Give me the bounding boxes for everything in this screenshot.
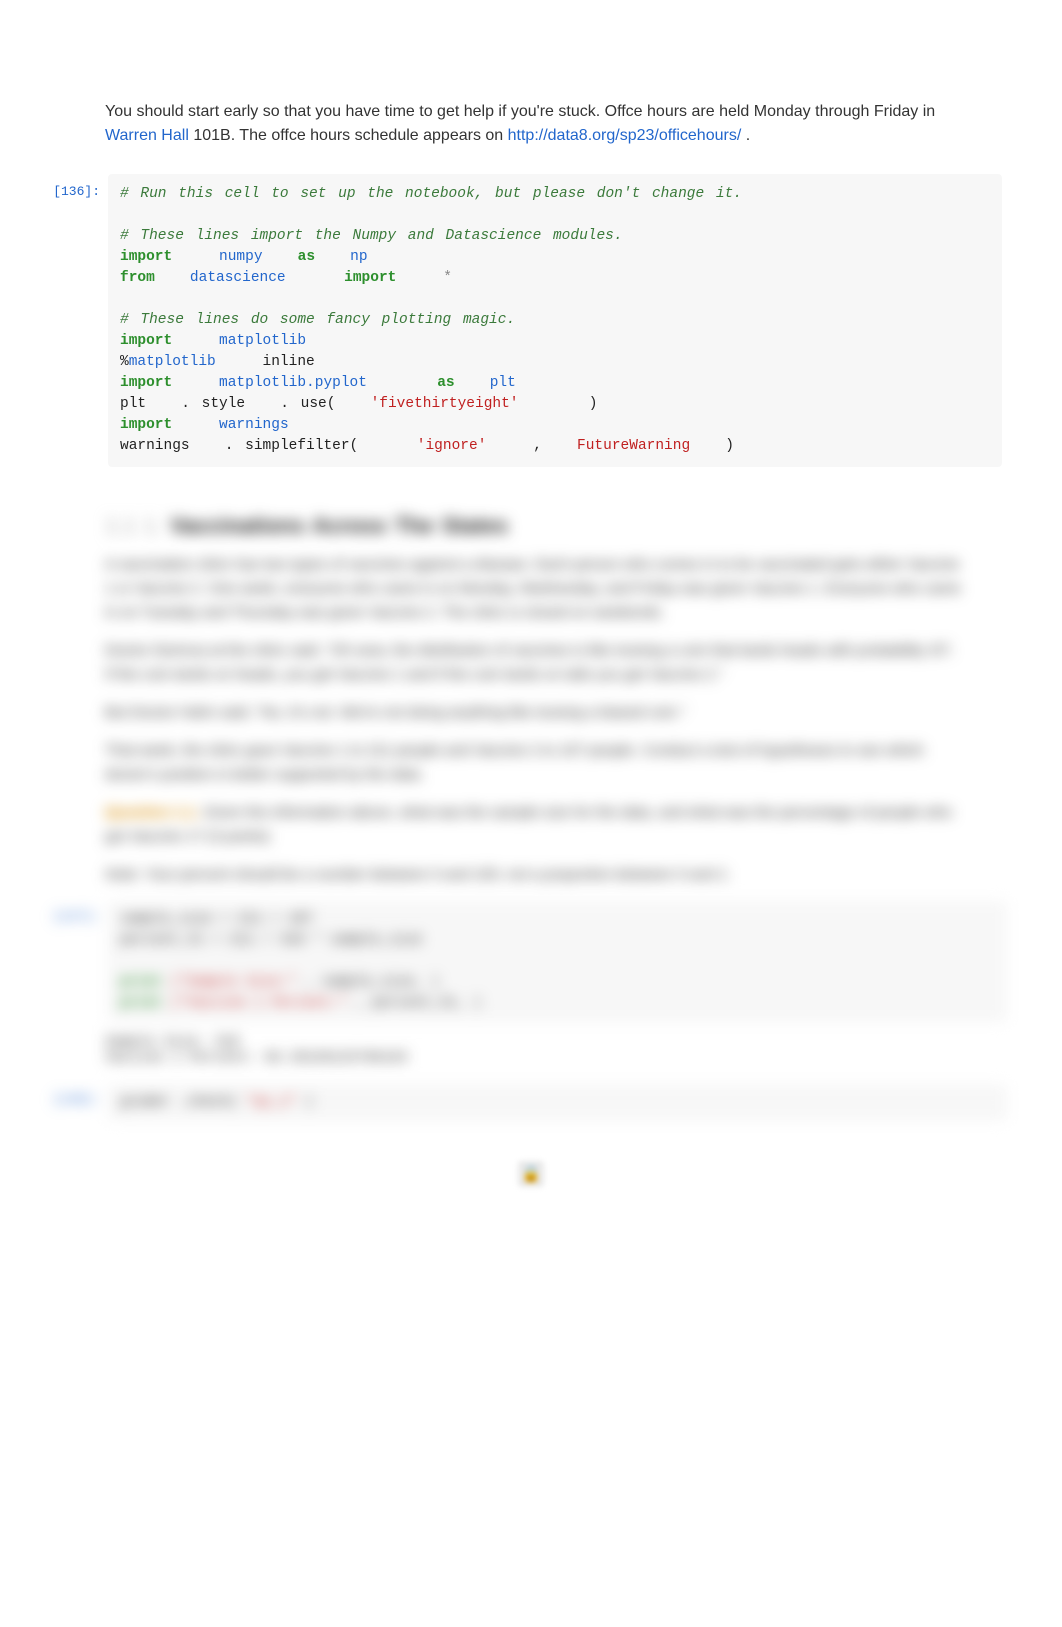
code-line: %matplotlib inline: [120, 352, 990, 373]
intro-text-1: You should start early so that you have …: [105, 103, 935, 120]
code-cell-1: [136]: # Run this cell to set up the not…: [50, 174, 1002, 467]
blurred-preview: 1.1 1. Vaccinations Across The States A …: [0, 473, 1062, 1121]
code-cell-content: sample_size = 211 + 107 percent_V1 = 211…: [108, 901, 1007, 1022]
blurred-code-cell-3: [138]: grader .check( "q1_1" ): [50, 1084, 1007, 1121]
blurred-paragraph: But Doctor Hahn said, "No, it's not. We'…: [105, 701, 962, 725]
section-heading: 1.1 1. Vaccinations Across The States: [105, 513, 962, 539]
cell-execution-label: [137]:: [50, 901, 108, 1022]
code-comment: # Run this cell to set up the notebook, …: [120, 184, 990, 205]
intro-text-3: .: [746, 127, 750, 144]
code-line: warnings . simplefilter( 'ignore' , Futu…: [120, 436, 990, 457]
blurred-question: Question 1.1. Given the information abov…: [105, 801, 962, 849]
warren-hall-link[interactable]: Warren Hall: [105, 127, 189, 144]
lock-icon: 🔒: [518, 1161, 544, 1187]
code-cell-content: grader .check( "q1_1" ): [108, 1084, 1007, 1121]
code-line: import warnings: [120, 415, 990, 436]
code-line: plt . style . use( 'fivethirtyeight' ): [120, 394, 990, 415]
blurred-paragraph: That week, the clinic gave Vaccine 1 to …: [105, 739, 962, 787]
blurred-paragraph: Doctor DeAnza at the clinic said, "Oh wo…: [105, 639, 962, 687]
code-line: from datascience import *: [120, 268, 990, 289]
blurred-note: Note: Your percent should be a number be…: [105, 863, 962, 887]
code-comment: # These lines import the Numpy and Datas…: [120, 226, 990, 247]
code-line: import matplotlib: [120, 331, 990, 352]
cell-execution-label: [138]:: [50, 1084, 108, 1121]
code-cell-content[interactable]: # Run this cell to set up the notebook, …: [108, 174, 1002, 467]
intro-paragraph: You should start early so that you have …: [0, 100, 1062, 168]
code-comment: # These lines do some fancy plotting mag…: [120, 310, 990, 331]
office-hours-link[interactable]: http://data8.org/sp23/officehours/: [508, 127, 742, 144]
blurred-paragraph: A vaccination clinic has two types of va…: [105, 553, 962, 625]
code-line: import matplotlib.pyplot as plt: [120, 373, 990, 394]
intro-text-2: 101B. The offce hours schedule appears o…: [193, 127, 507, 144]
blurred-code-cell-2: [137]: sample_size = 211 + 107 percent_V…: [50, 901, 1007, 1022]
cell-output: Sample Size: 318 Vaccine 1 Percent: 66.3…: [105, 1028, 962, 1076]
cell-execution-label: [136]:: [50, 174, 108, 467]
code-line: import numpy as np: [120, 247, 990, 268]
